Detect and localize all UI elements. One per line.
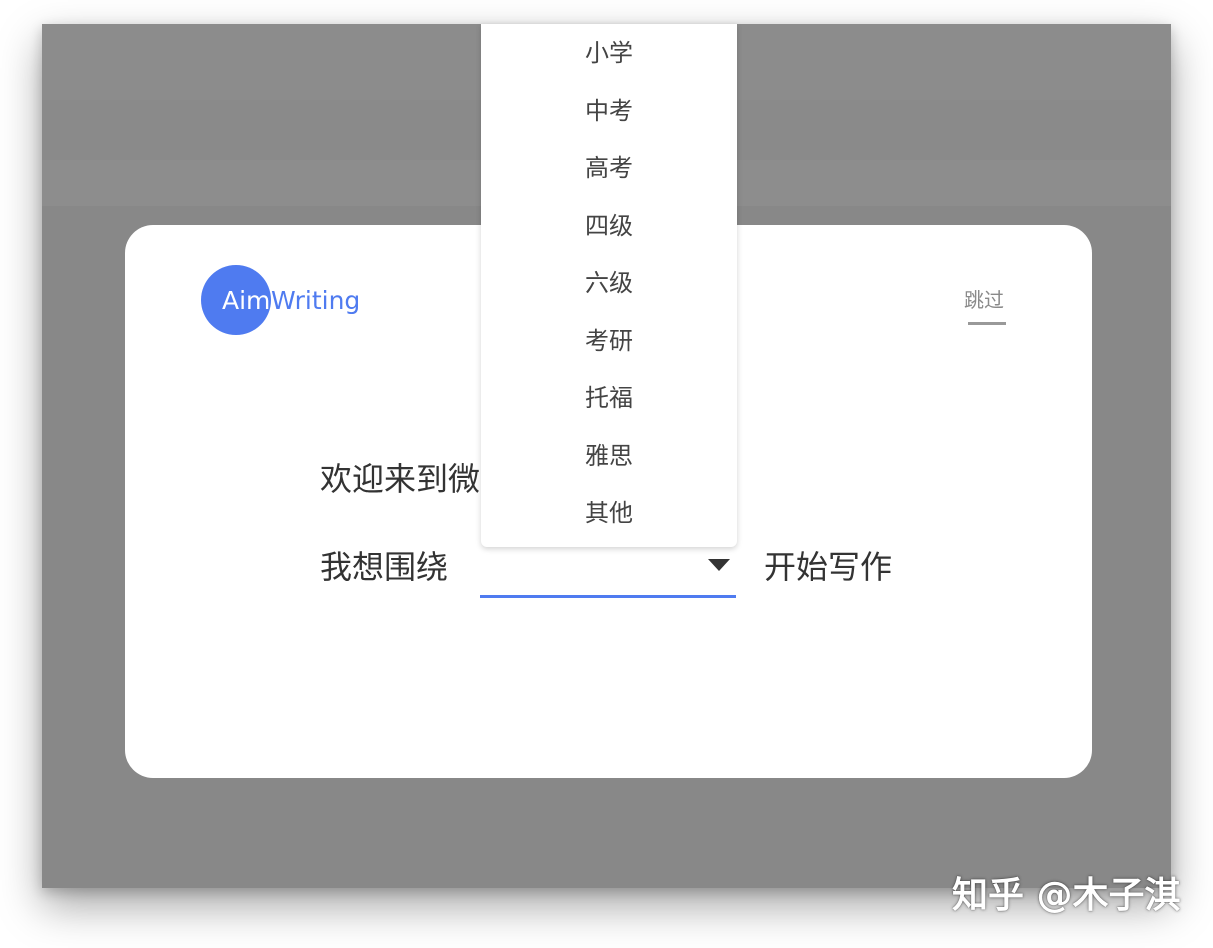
dropdown-option-ielts[interactable]: 雅思 — [481, 428, 737, 486]
topic-dropdown-menu: 小学 中考 高考 四级 六级 考研 托福 雅思 其他 — [481, 24, 737, 547]
dropdown-option-other[interactable]: 其他 — [481, 485, 737, 543]
logo-text-writing: Writing — [271, 286, 361, 315]
logo-text-aim: Aim — [222, 286, 271, 315]
dropdown-option-primary-school[interactable]: 小学 — [481, 25, 737, 83]
watermark: 知乎 @木子淇 — [952, 875, 1181, 916]
skip-underline — [968, 322, 1006, 325]
topic-select[interactable] — [480, 545, 736, 598]
aimwriting-logo: Aim Writing — [201, 265, 421, 337]
dropdown-option-college-entrance-exam[interactable]: 高考 — [481, 140, 737, 198]
dropdown-option-cet6[interactable]: 六级 — [481, 255, 737, 313]
skip-link[interactable]: 跳过 — [964, 287, 1004, 313]
topic-suffix-label: 开始写作 — [764, 548, 893, 586]
caret-down-icon[interactable] — [708, 559, 730, 571]
topic-prefix-label: 我想围绕 — [320, 548, 449, 586]
dropdown-option-toefl[interactable]: 托福 — [481, 370, 737, 428]
dropdown-option-middle-school-exam[interactable]: 中考 — [481, 83, 737, 141]
welcome-text: 欢迎来到微 — [320, 460, 481, 498]
dropdown-option-cet4[interactable]: 四级 — [481, 198, 737, 256]
dropdown-option-postgraduate-exam[interactable]: 考研 — [481, 313, 737, 371]
